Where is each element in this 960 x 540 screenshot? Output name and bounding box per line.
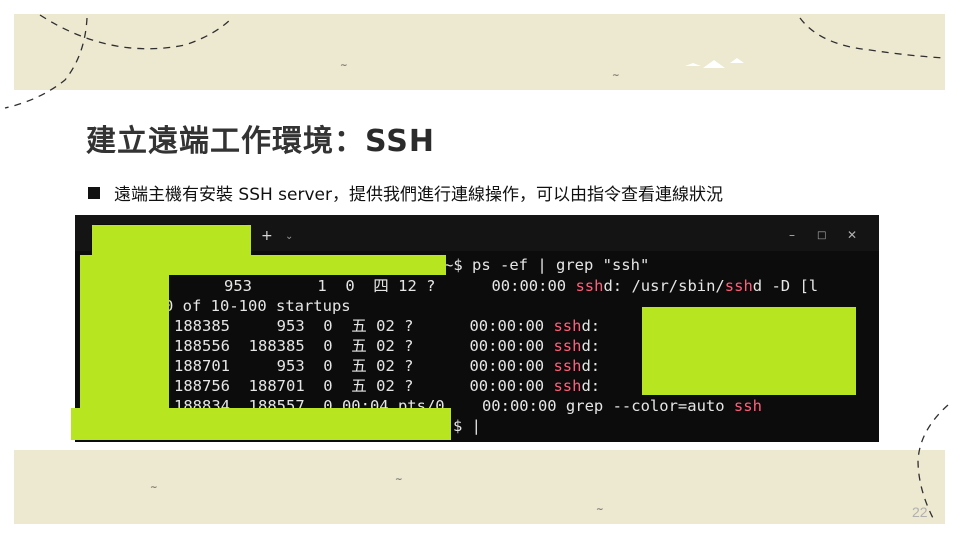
- redaction-block: [80, 275, 169, 408]
- tab-dropdown-icon[interactable]: ⌄: [285, 231, 293, 242]
- redaction-block: [71, 408, 451, 440]
- command-line: ~$ ps -ef | grep "ssh": [444, 256, 650, 274]
- terminal-screenshot: + ⌄ – □ ✕ ~$ ps -ef | grep "ssh" 953 1 0…: [71, 215, 879, 442]
- output-row: 0 of 10-100 startups: [164, 297, 351, 315]
- output-row: 188756 188701 0 五 02 ? 00:00:00 sshd:: [174, 377, 601, 395]
- redaction-block: [80, 255, 446, 275]
- slide-title-main: 建立遠端工作環境：: [86, 124, 365, 159]
- maximize-button[interactable]: □: [817, 230, 826, 241]
- page-number: 22: [912, 504, 928, 520]
- slide-title: 建立遠端工作環境：SSH: [86, 116, 435, 160]
- close-button[interactable]: ✕: [847, 228, 857, 242]
- bullet-square-icon: [88, 186, 100, 199]
- output-row: 953 1 0 四 12 ? 00:00:00 sshd: /usr/sbin/…: [224, 277, 819, 295]
- redaction-block: [642, 307, 856, 395]
- bullet-item: 遠端主機有安裝 SSH server，提供我們進行連線操作，可以由指令查看連線狀…: [88, 180, 723, 205]
- bullet-text: 遠端主機有安裝 SSH server，提供我們進行連線操作，可以由指令查看連線狀…: [114, 185, 723, 205]
- bottom-decorative-band: [14, 450, 945, 524]
- output-row: 188701 953 0 五 02 ? 00:00:00 sshd:: [174, 357, 601, 375]
- output-row: 188385 953 0 五 02 ? 00:00:00 sshd:: [174, 317, 601, 335]
- minimize-button[interactable]: –: [789, 228, 795, 242]
- output-row: 188556 188385 0 五 02 ? 00:00:00 sshd:: [174, 337, 601, 355]
- command-prompt: $ |: [453, 417, 481, 435]
- slide-title-accent: SSH: [365, 124, 435, 159]
- new-tab-button[interactable]: +: [261, 228, 273, 244]
- top-decorative-band: [14, 14, 945, 90]
